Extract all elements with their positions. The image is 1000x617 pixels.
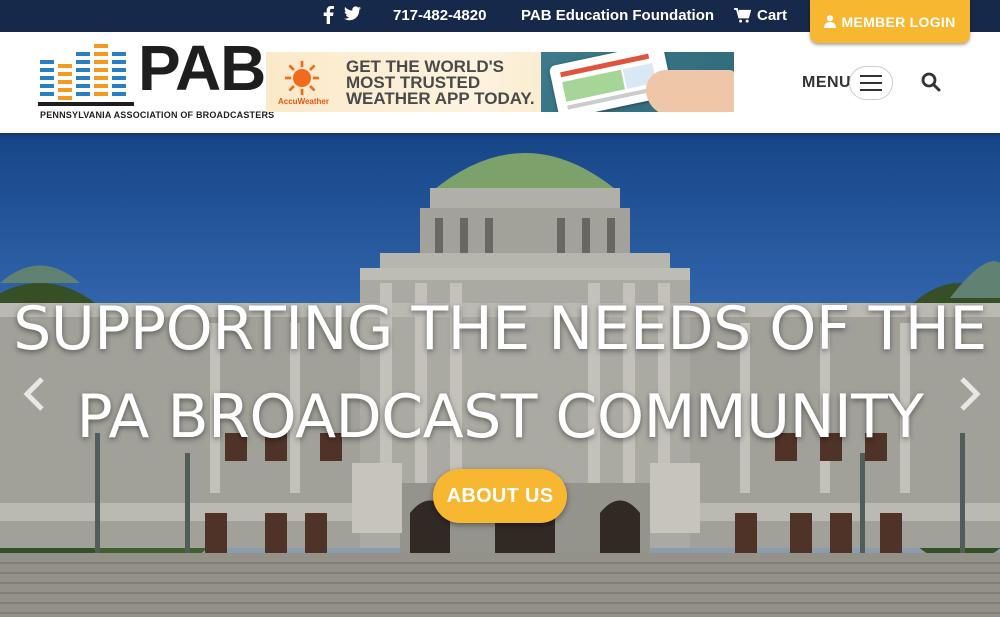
hero-heading-line-1: SUPPORTING THE NEEDS OF THE — [13, 294, 987, 364]
logo-name: PAB — [138, 32, 266, 104]
hero-heading: SUPPORTING THE NEEDS OF THE PA BROADCAST… — [0, 285, 1000, 461]
hamburger-menu-button[interactable] — [849, 66, 893, 100]
chevron-right-icon[interactable] — [958, 376, 982, 412]
site-header: PAB PENNSYLVANIA ASSOCIATION OF BROADCAS… — [0, 32, 1000, 133]
hero-heading-line-2: PA BROADCAST COMMUNITY — [76, 382, 924, 452]
equalizer-bars-graphic — [38, 44, 134, 106]
user-icon — [824, 15, 837, 28]
search-icon[interactable] — [921, 72, 941, 97]
chevron-left-icon[interactable] — [22, 376, 46, 412]
accuweather-brand: AccuWeather — [278, 97, 329, 106]
phone-number[interactable]: 717-482-4820 — [393, 7, 486, 24]
cart-icon — [734, 8, 751, 23]
cart-label: Cart — [757, 7, 788, 24]
twitter-icon[interactable] — [344, 6, 361, 24]
hamburger-line — [860, 89, 882, 91]
hero-carousel: SUPPORTING THE NEEDS OF THE PA BROADCAST… — [0, 133, 1000, 617]
logo-tagline: PENNSYLVANIA ASSOCIATION OF BROADCASTERS — [40, 110, 275, 120]
pab-logo[interactable]: PAB PENNSYLVANIA ASSOCIATION OF BROADCAS… — [38, 36, 274, 124]
accuweather-ad-banner[interactable]: AccuWeather GET THE WORLD'S MOST TRUSTED… — [266, 52, 734, 112]
social-links — [322, 6, 361, 24]
facebook-icon[interactable] — [322, 6, 334, 24]
about-us-button[interactable]: ABOUT US — [433, 469, 567, 523]
accuweather-sun-icon — [284, 60, 320, 96]
education-foundation-link[interactable]: PAB Education Foundation — [521, 7, 714, 24]
member-login-label: MEMBER LOGIN — [841, 13, 956, 30]
cart-link[interactable]: Cart — [734, 7, 787, 24]
ad-copy: GET THE WORLD'S MOST TRUSTED WEATHER APP… — [346, 58, 546, 108]
menu-label: MENU — [802, 74, 852, 91]
ad-hand-image — [646, 70, 734, 112]
ad-line-3: WEATHER APP TODAY. — [346, 89, 535, 108]
member-login-button[interactable]: MEMBER LOGIN — [810, 0, 970, 43]
hamburger-line — [860, 82, 882, 84]
hamburger-line — [860, 75, 882, 77]
